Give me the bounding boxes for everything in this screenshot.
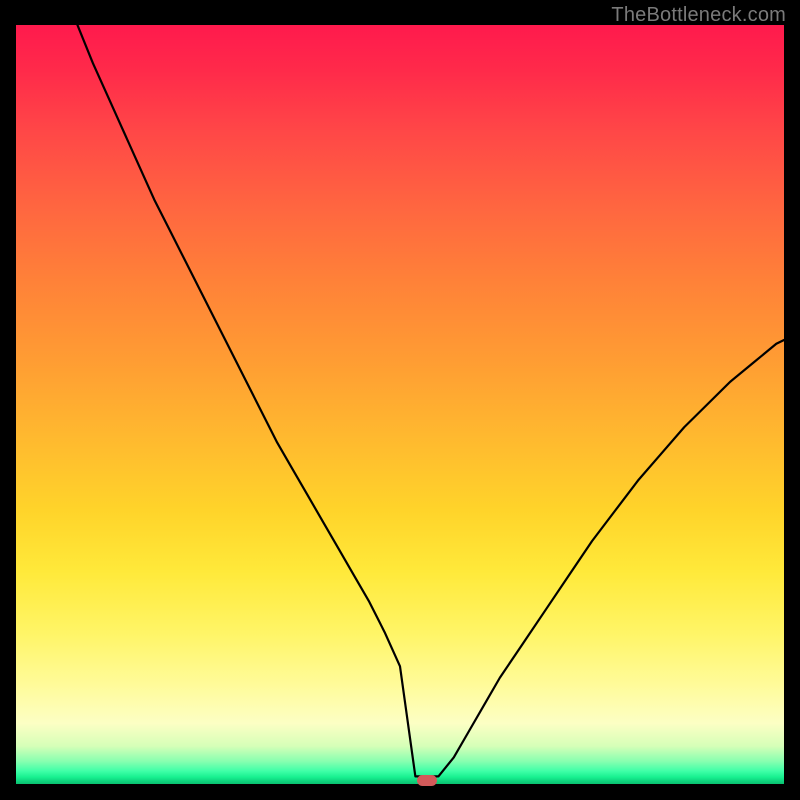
optimal-point-marker <box>417 775 437 786</box>
chart-frame: TheBottleneck.com <box>0 0 800 800</box>
plot-area <box>16 25 784 784</box>
watermark-text: TheBottleneck.com <box>611 4 786 27</box>
bottleneck-curve <box>16 25 784 784</box>
